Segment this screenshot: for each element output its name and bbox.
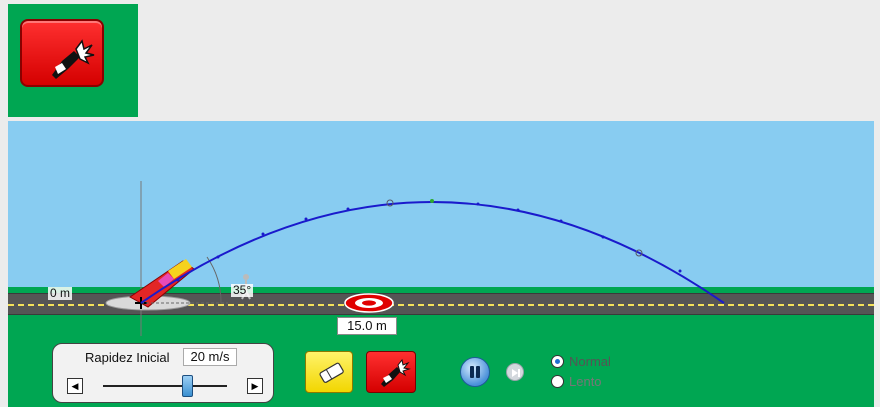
speed-decrease-button[interactable]: ◀: [67, 378, 83, 394]
target-distance-label[interactable]: 15.0 m: [337, 317, 397, 335]
target-icon[interactable]: [344, 293, 394, 313]
pause-button[interactable]: [460, 357, 490, 387]
step-forward-icon: [512, 369, 520, 377]
ground-zero-label: 0 m: [48, 286, 73, 300]
angle-arc: [206, 256, 222, 304]
radio-normal-label: Normal: [569, 354, 611, 369]
initial-speed-title: Rapidez Inicial: [85, 350, 170, 365]
radio-normal-circle[interactable]: [551, 355, 564, 368]
initial-speed-value[interactable]: 20 m/s: [183, 348, 237, 366]
peak-marker: [430, 199, 434, 203]
top-cannon-panel: [8, 4, 138, 117]
cannon-fire-icon: [52, 39, 95, 79]
chevron-right-icon: ▶: [251, 381, 259, 391]
chevron-left-icon: ◀: [71, 381, 79, 391]
top-fire-button[interactable]: [20, 19, 104, 87]
fire-button[interactable]: [366, 351, 416, 393]
angle-label: 35°: [231, 283, 254, 297]
initial-speed-panel: Rapidez Inicial 20 m/s ◀ ▶: [52, 343, 274, 403]
speed-slider-thumb[interactable]: [181, 375, 193, 397]
simulation-scene: 0 m 35° 15.0 m Rapidez Inicial 20 m/s ◀ …: [8, 121, 874, 407]
step-forward-button[interactable]: [506, 363, 524, 381]
radio-lento-circle[interactable]: [551, 375, 564, 388]
cannon-fire-icon: [381, 358, 411, 387]
erase-button[interactable]: [305, 351, 353, 393]
trajectory-markers: [176, 202, 682, 282]
speed-slider-track[interactable]: [103, 385, 227, 387]
speed-increase-button[interactable]: ▶: [247, 378, 263, 394]
radio-lento-label: Lento: [569, 374, 602, 389]
eraser-icon: [319, 362, 344, 383]
